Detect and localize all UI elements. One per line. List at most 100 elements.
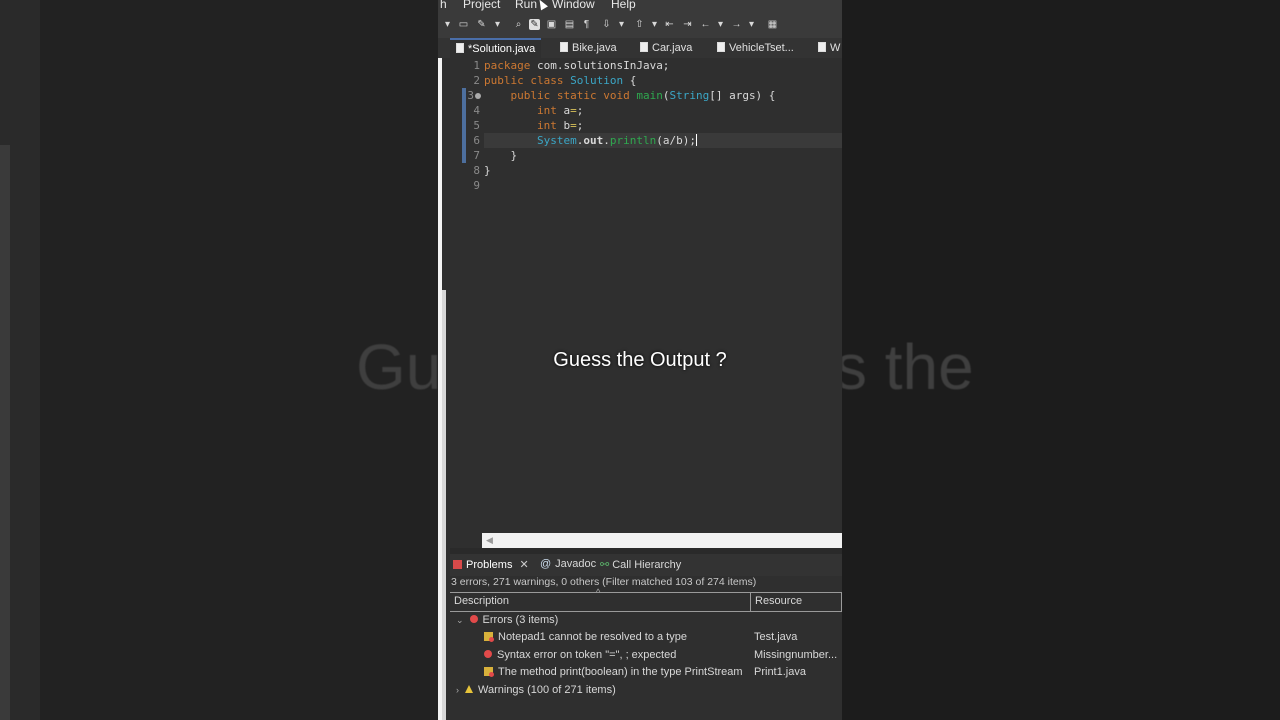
dropdown-arrow-icon[interactable]: ▾ [616,19,627,30]
problems-status: 3 errors, 271 warnings, 0 others (Filter… [451,576,757,588]
question-overlay: Guess the Output ? [553,349,727,371]
code-line-4: int a=; [484,104,584,117]
problems-icon [453,560,462,569]
tab-bike-java[interactable]: Bike.java [554,38,623,58]
close-icon[interactable]: ✕ [520,559,529,571]
java-file-icon [717,42,725,52]
code-line-3: public static void main(String[] args) { [484,89,776,102]
menu-item-run[interactable]: Run [515,0,537,11]
perspective-icon[interactable]: ▦ [767,19,778,30]
line-number: 9 [473,179,480,192]
block-select-icon[interactable]: ▣ [546,19,557,30]
tab-solution-java[interactable]: *Solution.java [450,38,542,58]
error-icon [484,650,492,658]
problem-resource: Test.java [754,631,798,643]
next-annotation-icon[interactable]: ⇩ [601,19,612,30]
tab-call-hierarchy[interactable]: ⚯ Call Hierarchy [600,558,681,571]
error-icon [484,632,494,642]
menu-item-help[interactable]: Help [611,0,636,11]
code-line-5: int b=; [484,119,584,132]
error-icon [484,667,494,677]
code-line-6: System.out.println(a/b); [484,134,697,147]
code-line-7: } [484,149,518,162]
chevron-down-icon[interactable]: ⌄ [456,615,464,626]
sort-caret-icon: ^ [596,587,601,597]
line-number: 2 [473,74,480,87]
forward-arrow-icon[interactable]: → [731,19,742,30]
code-line-2: public class Solution { [484,74,637,87]
java-file-icon [560,42,568,52]
last-edit-icon[interactable]: ⇤ [664,19,675,30]
change-marker [462,103,466,118]
warning-icon [465,685,473,693]
mouse-cursor-icon [536,0,548,11]
blurred-text-right: Guess the Output ? [842,331,982,403]
change-marker [462,133,466,148]
java-file-icon [456,43,464,53]
scroll-left-icon[interactable]: ◀ [486,535,493,546]
tab-vehicletset-java[interactable]: VehicleTset... [711,38,800,58]
editor-tab-bar: *Solution.java Bike.java Car.java Vehicl… [438,38,842,58]
code-editor[interactable]: 1 2 3 4 5 6 7 8 9 package com.solutionsI… [450,58,842,533]
text-caret [695,134,697,146]
line-number: 5 [473,119,480,132]
line-number: 6 [473,134,480,147]
prev-annotation-icon[interactable]: ⇧ [634,19,645,30]
fold-icon[interactable] [475,93,481,99]
dropdown-arrow-icon[interactable]: ▾ [746,19,757,30]
mark-occurrences-icon[interactable]: ✎ [529,19,540,30]
problems-panel: Problems ✕ @ Javadoc ⚯ Call Hierarchy 3 er… [450,554,842,720]
problem-resource: Print1.java [754,666,806,678]
problem-row[interactable]: Syntax error on token "=", ; expected [484,649,676,661]
change-marker [462,118,466,133]
panel-tab-bar: Problems ✕ @ Javadoc ⚯ Call Hierarchy [450,554,842,576]
problem-resource: Missingnumber... [754,649,838,661]
brush-icon[interactable]: ✎ [476,19,487,30]
open-folder-icon[interactable]: ▭ [458,19,469,30]
code-line-8: } [484,164,491,177]
tab-overflow[interactable]: W [812,38,842,58]
search-icon[interactable]: ⌕ [513,19,524,30]
code-line-1: package com.solutionsInJava; [484,59,670,72]
line-number: 3 [467,89,474,102]
chevron-right-icon[interactable]: › [456,685,459,695]
column-resource[interactable]: Resource [750,593,841,611]
tab-javadoc[interactable]: @ Javadoc [540,558,596,570]
forward-edit-icon[interactable]: ⇥ [682,19,693,30]
menu-item-project[interactable]: Project [463,0,500,11]
java-file-icon [818,42,826,52]
tab-car-java[interactable]: Car.java [634,38,698,58]
background-strip [0,145,10,720]
toolbar: ▾ ▭ ✎ ▾ ⌕ ✎ ▣ ▤ ¶ ⇩ ▾ ⇧ ▾ ⇤ ⇥ ← ▾ → ▾ ▦ [438,13,842,38]
line-number: 8 [473,164,480,177]
dropdown-arrow-icon[interactable]: ▾ [442,19,453,30]
whitespace-icon[interactable]: ▤ [564,19,575,30]
error-icon [469,615,478,623]
menu-item-search[interactable]: h [440,0,447,11]
call-hierarchy-icon: ⚯ [600,559,610,571]
change-marker [462,148,466,163]
blurred-text-left: Gu [356,331,440,403]
paragraph-icon[interactable]: ¶ [581,19,592,30]
javadoc-icon: @ [540,558,552,570]
errors-group[interactable]: ⌄ Errors (3 items) [456,614,558,626]
line-number: 1 [473,59,480,72]
horizontal-scrollbar[interactable]: ◀ [482,533,842,548]
line-number: 7 [473,149,480,162]
change-marker [462,88,466,103]
java-file-icon [640,42,648,52]
tab-problems[interactable]: Problems ✕ [453,558,529,571]
column-description[interactable]: Description [454,595,509,607]
line-number-gutter: 1 2 3 4 5 6 7 8 9 [450,58,484,533]
dropdown-arrow-icon[interactable]: ▾ [715,19,726,30]
problem-row[interactable]: Notepad1 cannot be resolved to a type [484,631,687,643]
back-arrow-icon[interactable]: ← [700,19,711,30]
table-header: Description ^ Resource [450,587,842,612]
menu-bar: h Project Run Window Help [438,0,842,13]
dropdown-arrow-icon[interactable]: ▾ [649,19,660,30]
menu-item-window[interactable]: Window [552,0,595,11]
dropdown-arrow-icon[interactable]: ▾ [492,19,503,30]
line-number: 4 [473,104,480,117]
warnings-group[interactable]: › Warnings (100 of 271 items) [456,684,616,696]
problem-row[interactable]: The method print(boolean) in the type Pr… [484,666,743,678]
